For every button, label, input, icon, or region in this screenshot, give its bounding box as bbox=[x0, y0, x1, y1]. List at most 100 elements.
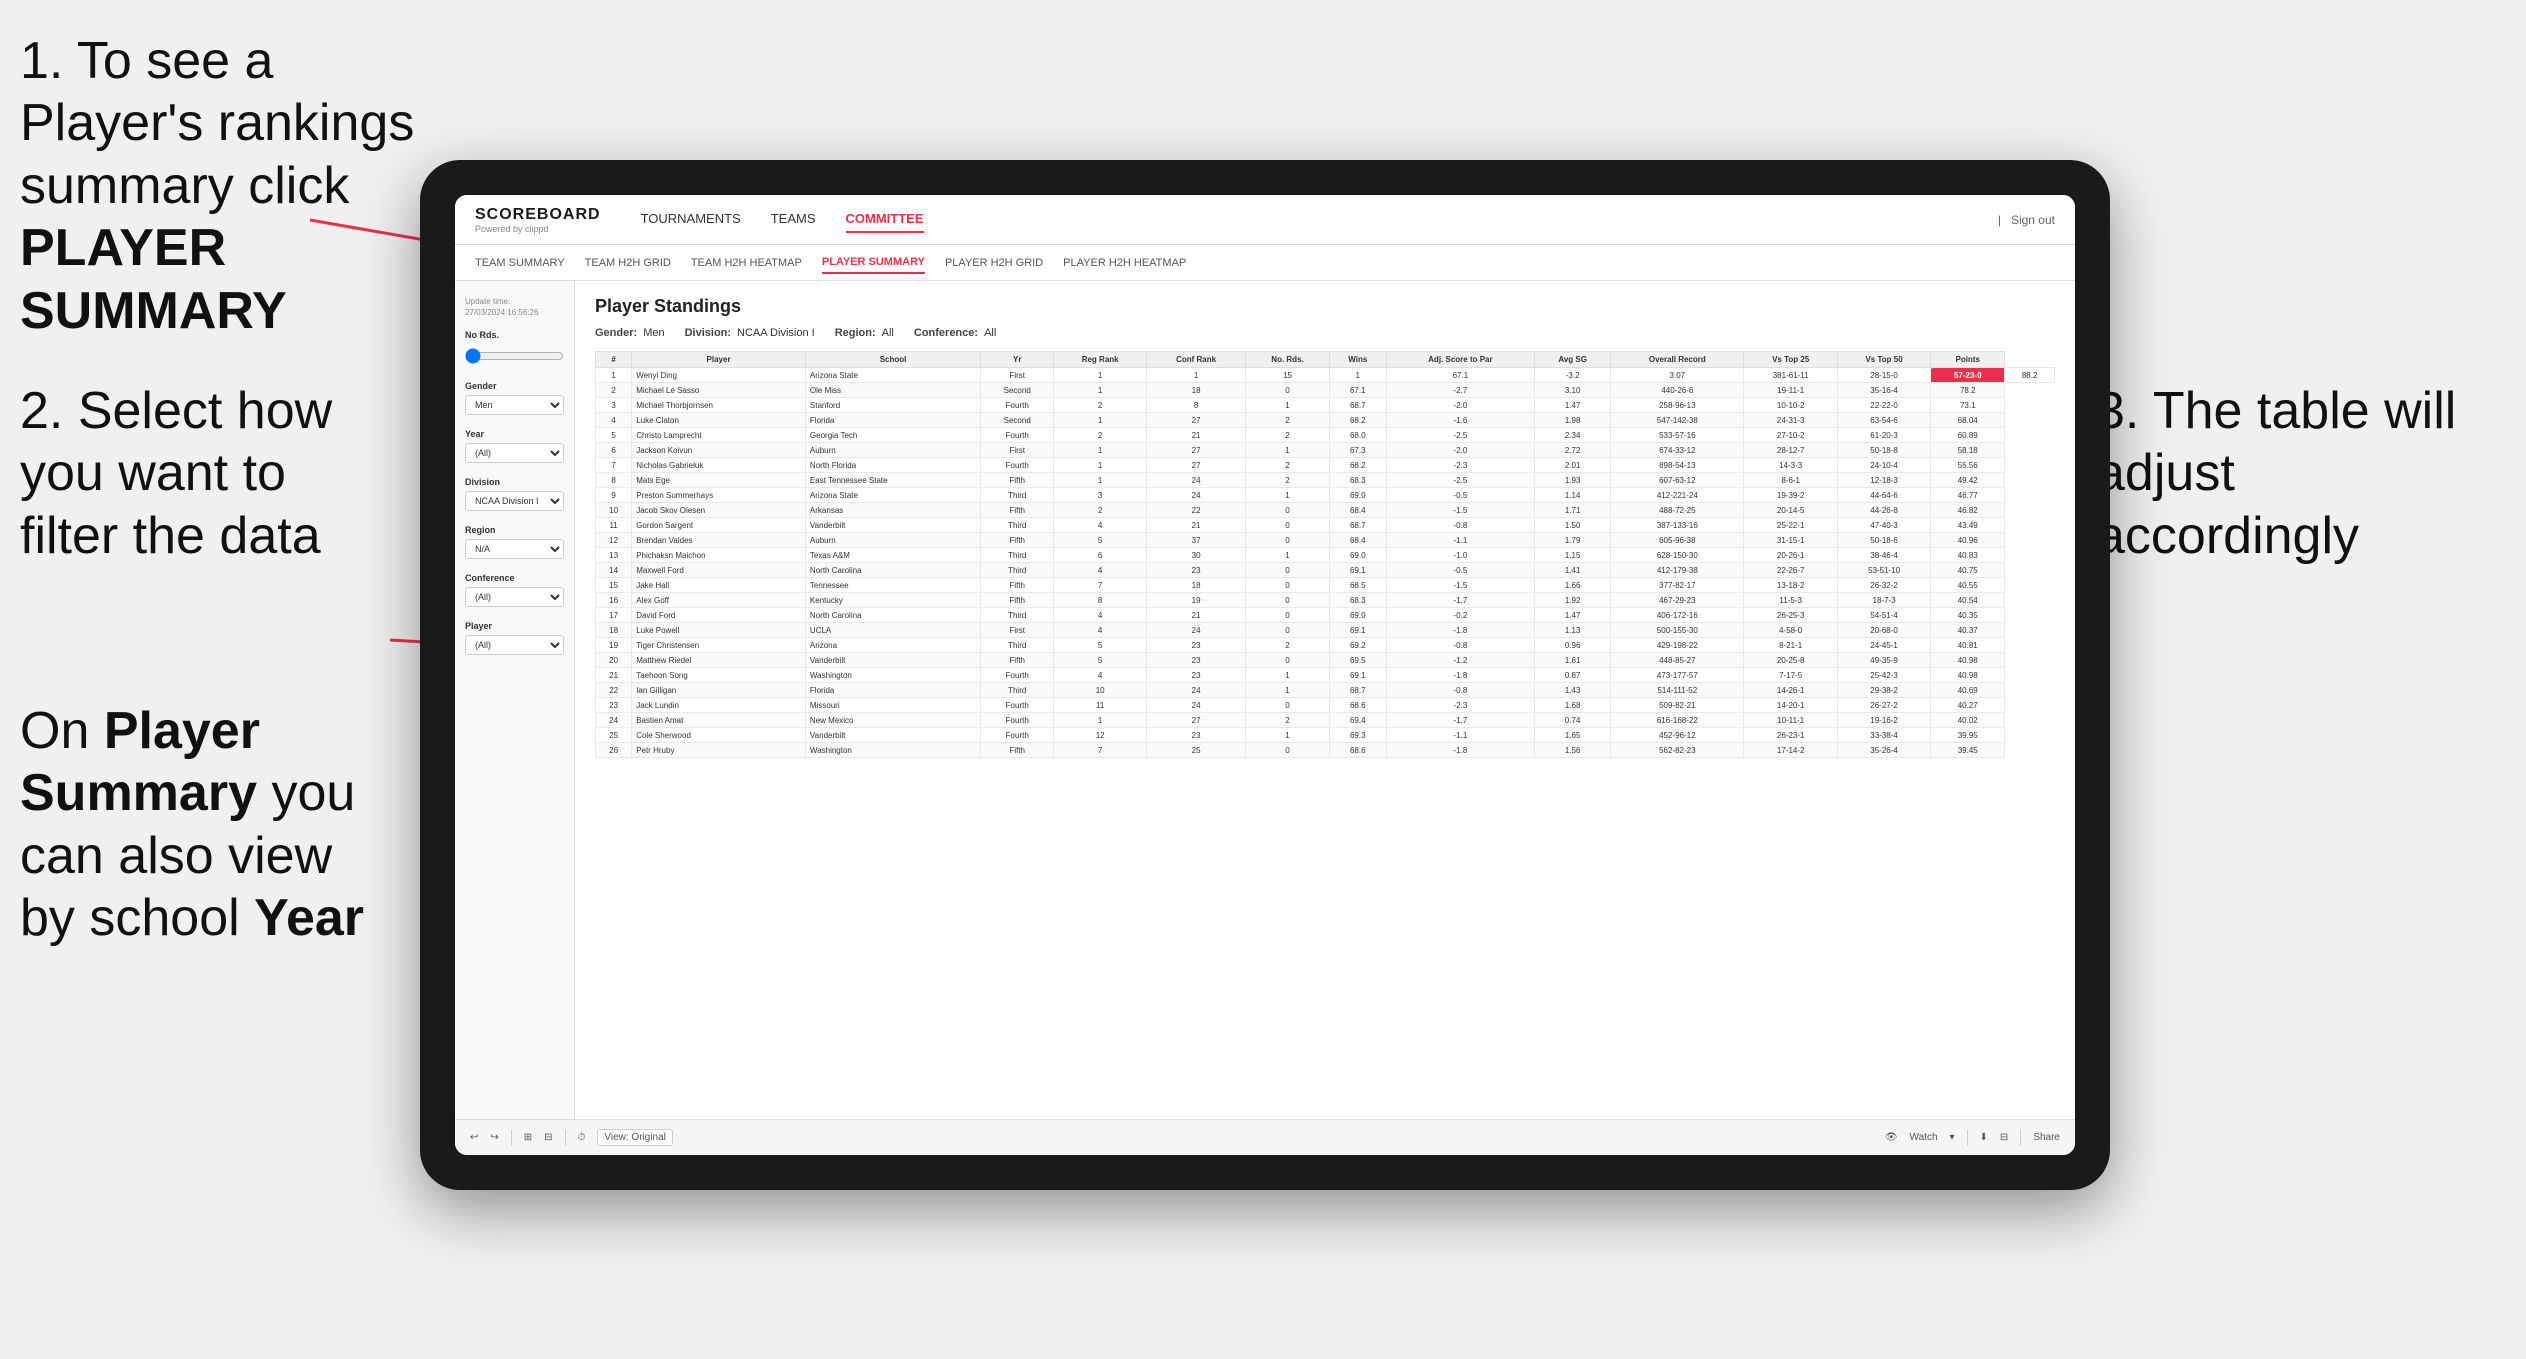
player-label: Player bbox=[465, 621, 564, 631]
year-select[interactable]: (All) bbox=[465, 443, 564, 463]
toolbar-share-label[interactable]: Share bbox=[2033, 1132, 2060, 1143]
toolbar-copy-icon[interactable]: ⊞ bbox=[524, 1132, 532, 1143]
toolbar-sep2 bbox=[565, 1130, 566, 1146]
table-row: 18Luke PowellUCLAFirst424069.1-1.81.1350… bbox=[596, 623, 2055, 638]
table-row: 10Jacob Skov OlesenArkansasFifth222068.4… bbox=[596, 503, 2055, 518]
player-select[interactable]: (All) bbox=[465, 635, 564, 655]
table-row: 11Gordon SargentVanderbiltThird421068.7-… bbox=[596, 518, 2055, 533]
tablet-screen: SCOREBOARD Powered by clippd TOURNAMENTS… bbox=[455, 195, 2075, 1155]
instruction-footer: On Player Summary you can also view by s… bbox=[20, 700, 390, 950]
region-label: Region bbox=[465, 525, 564, 535]
toolbar-undo-icon[interactable]: ↩ bbox=[470, 1132, 478, 1143]
nav-teams[interactable]: TEAMS bbox=[771, 206, 816, 233]
logo-area: SCOREBOARD Powered by clippd bbox=[475, 206, 601, 234]
year-section: Year (All) bbox=[465, 429, 564, 463]
step3-line2: adjust accordingly bbox=[2096, 444, 2359, 564]
gender-section: Gender Men bbox=[465, 381, 564, 415]
nav-right: | Sign out bbox=[1998, 213, 2055, 227]
table-row: 20Matthew RiedelVanderbiltFifth523069.5-… bbox=[596, 653, 2055, 668]
table-row: 9Preston SummerhaysArizona StateThird324… bbox=[596, 488, 2055, 503]
nav-links: TOURNAMENTS TEAMS COMMITTEE bbox=[641, 206, 1998, 233]
table-row: 15Jake HallTennesseeFifth718068.5-1.51.6… bbox=[596, 578, 2055, 593]
nav-pipe: | bbox=[1998, 213, 2001, 227]
toolbar-eye-icon: 👁 bbox=[1885, 1132, 1898, 1143]
table-title: Player Standings bbox=[595, 296, 2055, 317]
toolbar-sep4 bbox=[2020, 1130, 2021, 1146]
no-rds-section: No Rds. bbox=[465, 330, 564, 367]
table-row: 24Bastien AmatNew MexicoFourth127269.4-1… bbox=[596, 713, 2055, 728]
table-row: 14Maxwell FordNorth CarolinaThird423069.… bbox=[596, 563, 2055, 578]
col-school: School bbox=[805, 352, 980, 368]
toolbar-watch-chevron[interactable]: ▾ bbox=[1950, 1132, 1955, 1143]
table-row: 22Ian GilliganFloridaThird1024168.7-0.81… bbox=[596, 683, 2055, 698]
toolbar-sep3 bbox=[1967, 1130, 1968, 1146]
table-header: # Player School Yr Reg Rank Conf Rank No… bbox=[596, 352, 2055, 368]
toolbar-sep1 bbox=[511, 1130, 512, 1146]
no-rds-label: No Rds. bbox=[465, 330, 564, 340]
filter-division: Division: NCAA Division I bbox=[685, 327, 815, 339]
region-section: Region N/A bbox=[465, 525, 564, 559]
col-rank: # bbox=[596, 352, 632, 368]
sub-nav-player-h2h-grid[interactable]: PLAYER H2H GRID bbox=[945, 253, 1043, 273]
gender-select[interactable]: Men bbox=[465, 395, 564, 415]
division-select[interactable]: NCAA Division I bbox=[465, 491, 564, 511]
col-overall-record: Overall Record bbox=[1611, 352, 1744, 368]
toolbar-view-label[interactable]: View: Original bbox=[597, 1129, 673, 1146]
toolbar-download-icon[interactable]: ⬇ bbox=[1980, 1132, 1988, 1143]
player-standings-table: # Player School Yr Reg Rank Conf Rank No… bbox=[595, 351, 2055, 758]
sub-nav-team-h2h-grid[interactable]: TEAM H2H GRID bbox=[585, 253, 671, 273]
instruction-step2: 2. Select how you want to filter the dat… bbox=[20, 380, 390, 567]
logo-scoreboard: SCOREBOARD bbox=[475, 206, 601, 224]
col-avg-sg: Avg SG bbox=[1535, 352, 1611, 368]
toolbar-filter-icon[interactable]: ⊟ bbox=[2000, 1132, 2008, 1143]
year-label: Year bbox=[465, 429, 564, 439]
instruction-step3: 3. The table will adjust accordingly bbox=[2096, 380, 2476, 567]
table-row: 2Michael Le SassoOle MissSecond118067.1-… bbox=[596, 383, 2055, 398]
main-content: Update time: 27/03/2024 16:56:26 No Rds.… bbox=[455, 281, 2075, 1119]
table-row: 5Christo LamprechtGeorgia TechFourth2212… bbox=[596, 428, 2055, 443]
sub-nav-player-h2h-heatmap[interactable]: PLAYER H2H HEATMAP bbox=[1063, 253, 1186, 273]
table-row: 23Jack LundinMissouriFourth1124068.6-2.3… bbox=[596, 698, 2055, 713]
conference-select[interactable]: (All) bbox=[465, 587, 564, 607]
conference-label: Conference bbox=[465, 573, 564, 583]
nav-committee[interactable]: COMMITTEE bbox=[846, 206, 924, 233]
no-rds-slider[interactable] bbox=[465, 348, 564, 364]
sub-nav-player-summary[interactable]: PLAYER SUMMARY bbox=[822, 252, 925, 274]
table-row: 16Alex GoffKentuckyFifth819068.3-1.71.92… bbox=[596, 593, 2055, 608]
gender-label: Gender bbox=[465, 381, 564, 391]
table-row: 7Nicholas GabrielukNorth FloridaFourth12… bbox=[596, 458, 2055, 473]
player-section: Player (All) bbox=[465, 621, 564, 655]
col-reg-rank: Reg Rank bbox=[1054, 352, 1147, 368]
col-wins: Wins bbox=[1329, 352, 1386, 368]
filter-conference: Conference: All bbox=[914, 327, 996, 339]
sub-nav-team-summary[interactable]: TEAM SUMMARY bbox=[475, 253, 565, 273]
table-row: 8Mats EgeEast Tennessee StateFifth124268… bbox=[596, 473, 2055, 488]
sub-nav-team-h2h-heatmap[interactable]: TEAM H2H HEATMAP bbox=[691, 253, 802, 273]
col-yr: Yr bbox=[981, 352, 1054, 368]
footer-prefix: On bbox=[20, 702, 104, 760]
table-row: 1Wenyi DingArizona StateFirst1115167.1-3… bbox=[596, 368, 2055, 383]
toolbar-paste-icon[interactable]: ⊟ bbox=[544, 1132, 552, 1143]
table-area: Player Standings Gender: Men Division: N… bbox=[575, 281, 2075, 1119]
tablet-device: SCOREBOARD Powered by clippd TOURNAMENTS… bbox=[420, 160, 2110, 1190]
division-label: Division bbox=[465, 477, 564, 487]
toolbar-watch-label[interactable]: Watch bbox=[1910, 1132, 1938, 1143]
table-body: 1Wenyi DingArizona StateFirst1115167.1-3… bbox=[596, 368, 2055, 758]
sidebar: Update time: 27/03/2024 16:56:26 No Rds.… bbox=[455, 281, 575, 1119]
table-row: 26Petr HrubyWashingtonFifth725068.6-1.81… bbox=[596, 743, 2055, 758]
toolbar-redo-icon[interactable]: ↪ bbox=[490, 1132, 498, 1143]
filters-row: Gender: Men Division: NCAA Division I Re… bbox=[595, 327, 2055, 339]
col-adj-score: Adj. Score to Par bbox=[1386, 352, 1535, 368]
conference-section: Conference (All) bbox=[465, 573, 564, 607]
toolbar-clock-icon[interactable]: ⏱ bbox=[578, 1132, 586, 1143]
table-row: 13Phichaksn MaichonTexas A&MThird630169.… bbox=[596, 548, 2055, 563]
sign-out-link[interactable]: Sign out bbox=[2011, 213, 2055, 227]
step1-line1: 1. To see a Player's rankings bbox=[20, 32, 414, 152]
filter-region: Region: All bbox=[835, 327, 894, 339]
table-row: 12Brendan ValdesAuburnFifth537068.4-1.11… bbox=[596, 533, 2055, 548]
table-row: 17David FordNorth CarolinaThird421069.0-… bbox=[596, 608, 2055, 623]
region-select[interactable]: N/A bbox=[465, 539, 564, 559]
footer-bold2: Year bbox=[254, 889, 364, 947]
nav-tournaments[interactable]: TOURNAMENTS bbox=[641, 206, 741, 233]
table-row: 21Taehoon SongWashingtonFourth423169.1-1… bbox=[596, 668, 2055, 683]
